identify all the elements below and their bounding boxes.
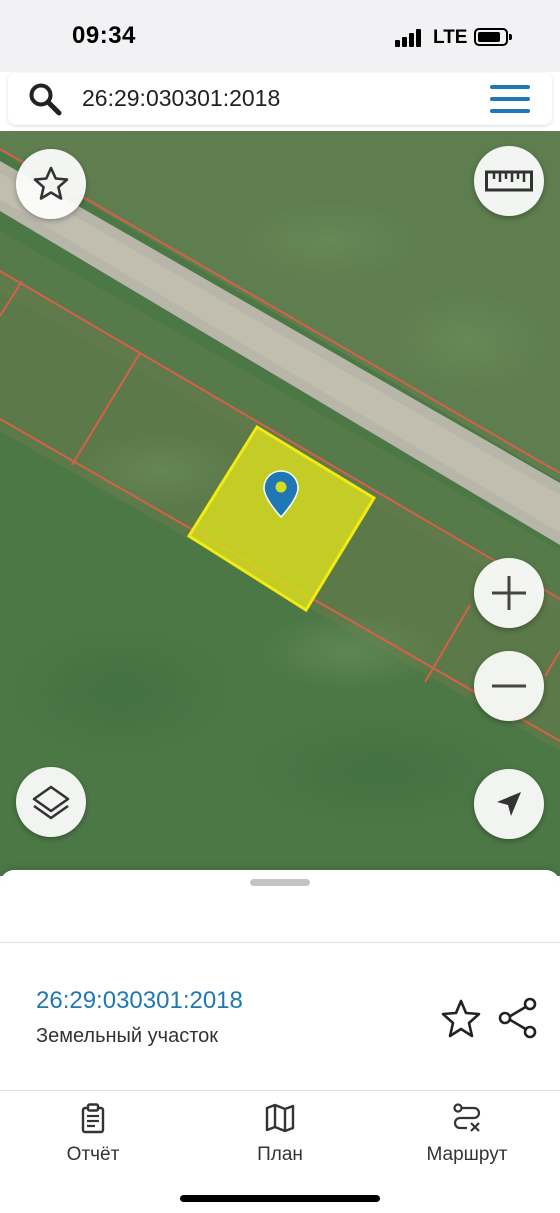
ruler-button[interactable] bbox=[474, 146, 544, 216]
status-time: 09:34 bbox=[72, 22, 136, 49]
sheet-drag-handle[interactable] bbox=[250, 879, 310, 886]
star-outline-icon[interactable] bbox=[440, 998, 482, 1040]
map-view[interactable] bbox=[0, 131, 560, 876]
zoom-out-icon bbox=[492, 684, 526, 688]
divider bbox=[0, 942, 560, 943]
search-icon[interactable] bbox=[28, 82, 62, 116]
parcel-info-sheet: 26:29:030301:2018 Земельный участок Отчё… bbox=[0, 870, 560, 1213]
home-indicator[interactable] bbox=[180, 1195, 380, 1202]
nav-route[interactable]: Маршрут bbox=[392, 1102, 542, 1172]
zoom-in-button[interactable] bbox=[474, 558, 544, 628]
divider bbox=[0, 1090, 560, 1091]
share-icon[interactable] bbox=[496, 996, 540, 1040]
route-icon bbox=[453, 1103, 481, 1132]
favorite-icon bbox=[33, 166, 69, 200]
status-bar: 09:34 LTE bbox=[0, 0, 560, 72]
nav-route-label: Маршрут bbox=[426, 1144, 508, 1165]
zoom-in-icon bbox=[492, 576, 526, 610]
layers-icon bbox=[32, 785, 70, 820]
network-label: LTE bbox=[433, 27, 468, 48]
parcel-number-link[interactable]: 26:29:030301:2018 bbox=[36, 987, 243, 1015]
signal-icon bbox=[395, 29, 425, 47]
report-clipboard-icon bbox=[81, 1103, 105, 1134]
menu-icon[interactable] bbox=[490, 85, 530, 113]
search-input[interactable]: 26:29:030301:2018 bbox=[82, 85, 280, 112]
zoom-out-button[interactable] bbox=[474, 651, 544, 721]
location-arrow-icon bbox=[497, 792, 521, 816]
layers-button[interactable] bbox=[16, 767, 86, 837]
nav-plan[interactable]: План bbox=[205, 1102, 355, 1172]
nav-report-label: Отчёт bbox=[66, 1144, 120, 1165]
my-location-button[interactable] bbox=[474, 769, 544, 839]
favorite-map-button[interactable] bbox=[16, 149, 86, 219]
nav-report[interactable]: Отчёт bbox=[18, 1102, 168, 1172]
map-plan-icon bbox=[265, 1103, 295, 1133]
ruler-icon bbox=[485, 170, 533, 192]
search-bar[interactable]: 26:29:030301:2018 bbox=[8, 73, 552, 125]
satellite-map bbox=[0, 131, 560, 876]
nav-plan-label: План bbox=[257, 1144, 303, 1165]
battery-icon bbox=[474, 28, 512, 46]
parcel-type: Земельный участок bbox=[36, 1025, 219, 1047]
